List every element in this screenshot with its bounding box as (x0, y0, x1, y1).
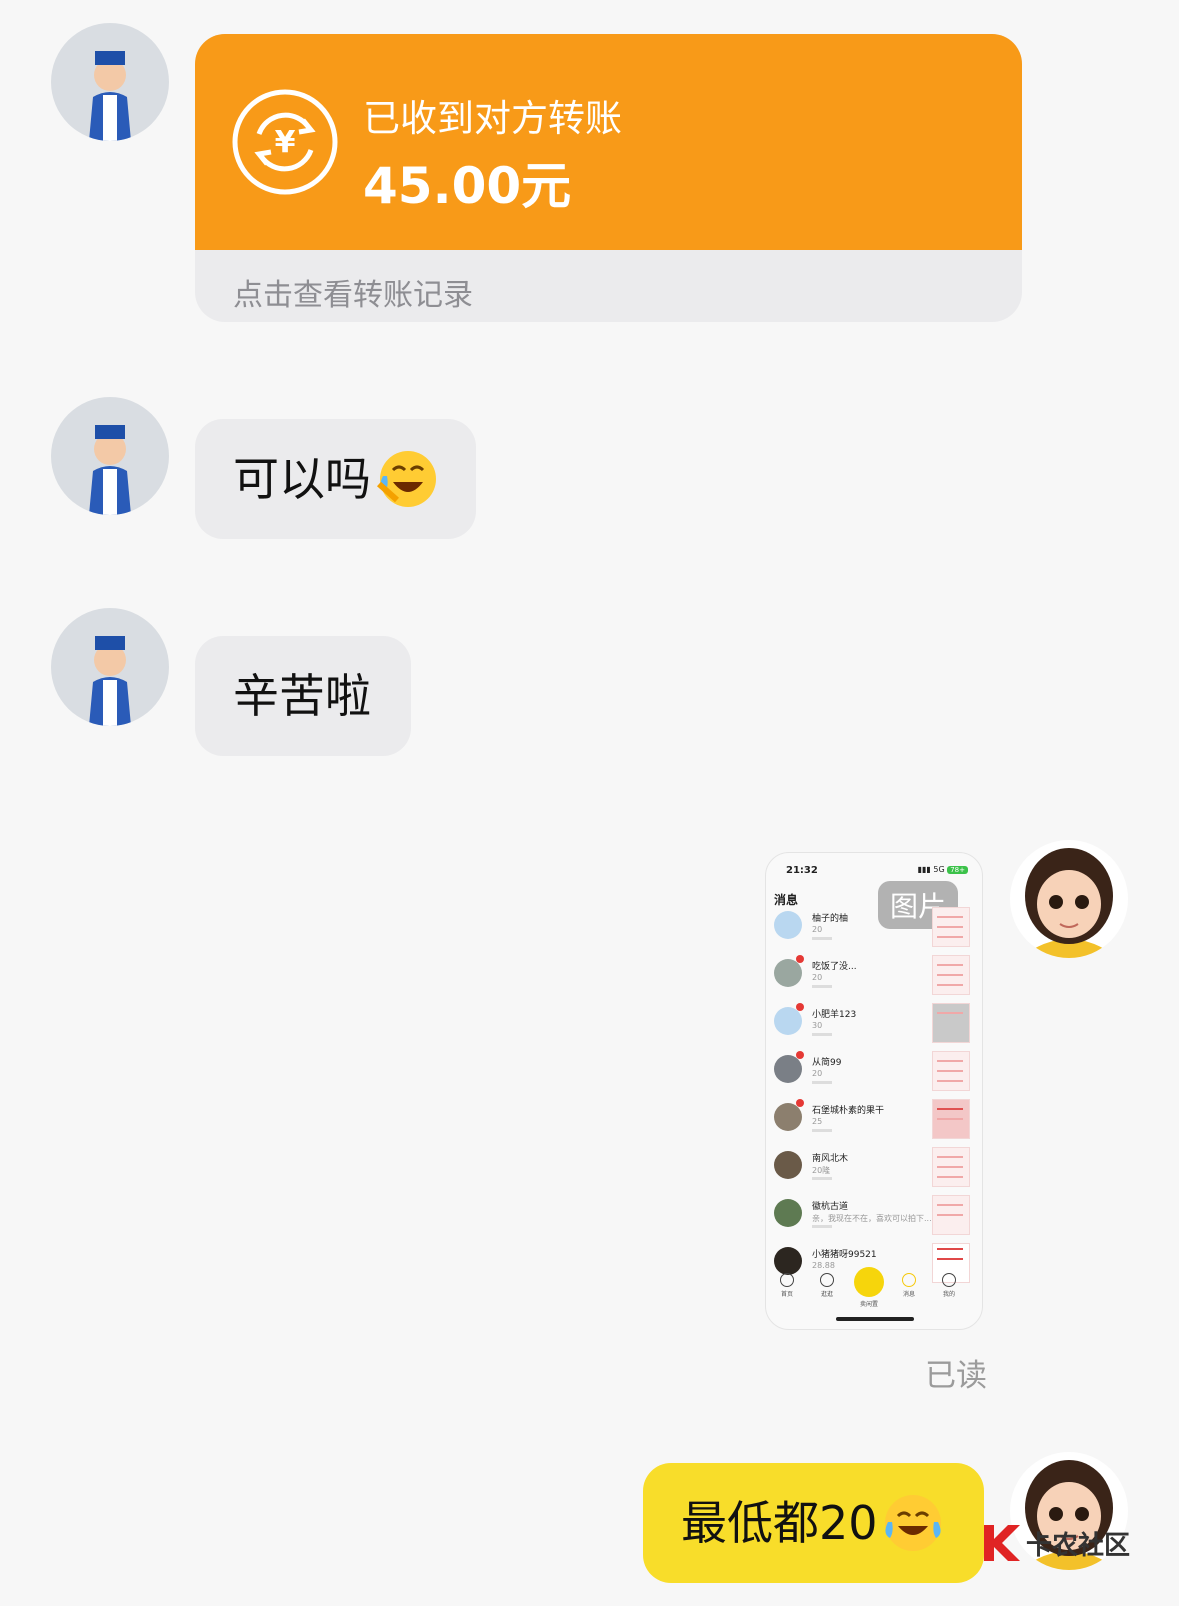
transfer-record-link[interactable]: 点击查看转账记录 (233, 270, 473, 314)
face-icon (942, 1273, 956, 1287)
list-item-name: 石堡城朴素的果干 (812, 1106, 885, 1116)
transfer-header: ¥ 已收到对方转账 45.00元 (195, 34, 1022, 250)
list-item: 从简99 20 (772, 1049, 976, 1095)
divider (812, 1033, 832, 1036)
list-item-name: 小肥羊123 (812, 1010, 857, 1020)
list-item-sub: 30 (812, 1021, 823, 1030)
thumbnail (932, 955, 970, 995)
watermark: 卡农社区 (980, 1516, 1130, 1570)
avatar (774, 1199, 802, 1227)
nav-label: 消息 (902, 1291, 915, 1298)
screenshot-tab-bar: 首页 逛逛 卖闲置 消息 我的 (766, 1267, 982, 1308)
signal-icon: ▮▮▮ (917, 865, 931, 874)
divider (812, 937, 832, 940)
list-item: 徽杭古道亲，我现在不在，喜欢可以拍下... (772, 1193, 976, 1239)
avatar (774, 911, 802, 939)
thumbnail (932, 1195, 970, 1235)
screenshot-time: 21:32 (786, 865, 818, 876)
watermark-text: 卡农社区 (1026, 1530, 1131, 1561)
screenshot-signal: ▮▮▮ 5G 78+ (918, 865, 968, 874)
image-message[interactable]: 21:32 ▮▮▮ 5G 78+ 消息 图片 柚子的柚 20 吃饭了没... 20 … (765, 852, 983, 1330)
list-item-name: 吃饭了没... (812, 962, 857, 972)
list-item-sub: 25 (812, 1117, 823, 1126)
avatar (774, 1007, 802, 1035)
nav-browse: 逛逛 (812, 1273, 842, 1298)
list-item: 小肥羊123 30 (772, 1001, 976, 1047)
received-message-bubble[interactable]: 可以吗 (195, 419, 476, 539)
divider (812, 1129, 832, 1132)
avatar (774, 1151, 802, 1179)
thumbnail (932, 907, 970, 947)
list-item-sub: 20 (812, 973, 823, 982)
divider (812, 1225, 832, 1228)
transfer-card[interactable]: ¥ 已收到对方转账 45.00元 点击查看转账记录 (195, 34, 1022, 322)
received-message-bubble[interactable]: 辛苦啦 (195, 636, 411, 756)
thumbnail (932, 1051, 970, 1091)
avatar (774, 1247, 802, 1275)
svg-text:¥: ¥ (275, 125, 296, 160)
divider (812, 985, 832, 988)
list-item-sub: 20 (812, 1069, 823, 1078)
nav-home: 首页 (772, 1273, 802, 1298)
battery-icon: 78+ (947, 866, 968, 874)
user-avatar[interactable] (1010, 840, 1128, 958)
unread-badge (796, 1003, 804, 1011)
list-item-sub: 20隆 (812, 1166, 831, 1175)
avatar (774, 1055, 802, 1083)
avatar (774, 1103, 802, 1131)
list-item-name: 从简99 (812, 1058, 842, 1068)
unread-badge (796, 1051, 804, 1059)
list-item-sub: 20 (812, 925, 823, 934)
list-item-name: 徽杭古道 (812, 1202, 849, 1212)
message-text: 可以吗 (233, 452, 371, 506)
list-item-name: 小猪猪呀99521 (812, 1250, 877, 1260)
message-text: 辛苦啦 (233, 669, 371, 723)
contact-avatar[interactable] (51, 608, 169, 726)
location-icon (820, 1273, 834, 1287)
contact-avatar[interactable] (51, 397, 169, 515)
divider (812, 1177, 832, 1180)
nav-sell: 卖闲置 (854, 1299, 884, 1308)
list-item-name: 南风北木 (812, 1154, 849, 1164)
home-icon (780, 1273, 794, 1287)
transfer-title: 已收到对方转账 (363, 97, 622, 140)
list-item: 石堡城朴素的果干 25 (772, 1097, 976, 1143)
unread-badge (796, 1099, 804, 1107)
thumbnail (932, 1147, 970, 1187)
nav-label: 卖闲置 (859, 1301, 878, 1308)
nav-label: 我的 (942, 1291, 955, 1298)
home-indicator (836, 1317, 914, 1321)
list-item-sub: 亲，我现在不在，喜欢可以拍下... (812, 1214, 932, 1223)
camera-icon (854, 1267, 884, 1297)
avatar (774, 959, 802, 987)
yuan-exchange-icon: ¥ (231, 88, 339, 196)
crying-laughing-face-emoji-icon (375, 448, 437, 510)
crying-laughing-face-emoji-icon (882, 1492, 944, 1554)
network-label: 5G (933, 865, 945, 874)
transfer-amount: 45.00元 (363, 157, 572, 215)
nav-label: 逛逛 (820, 1291, 833, 1298)
list-item-name: 柚子的柚 (812, 914, 849, 924)
thumbnail (932, 1003, 970, 1043)
thumbnail (932, 1099, 970, 1139)
message-text: 最低都20 (681, 1496, 878, 1550)
contact-avatar[interactable] (51, 23, 169, 141)
list-item: 吃饭了没... 20 (772, 953, 976, 999)
chat-icon (902, 1273, 916, 1287)
nav-messages: 消息 (894, 1273, 924, 1298)
k-logo-icon (980, 1521, 1024, 1565)
read-status: 已读 (925, 1358, 987, 1394)
unread-badge (796, 955, 804, 963)
nav-me: 我的 (934, 1273, 964, 1298)
list-item: 南风北木 20隆 (772, 1145, 976, 1191)
list-item: 柚子的柚 20 (772, 905, 976, 951)
nav-label: 首页 (780, 1291, 793, 1298)
sent-message-bubble[interactable]: 最低都20 (643, 1463, 984, 1583)
divider (812, 1081, 832, 1084)
